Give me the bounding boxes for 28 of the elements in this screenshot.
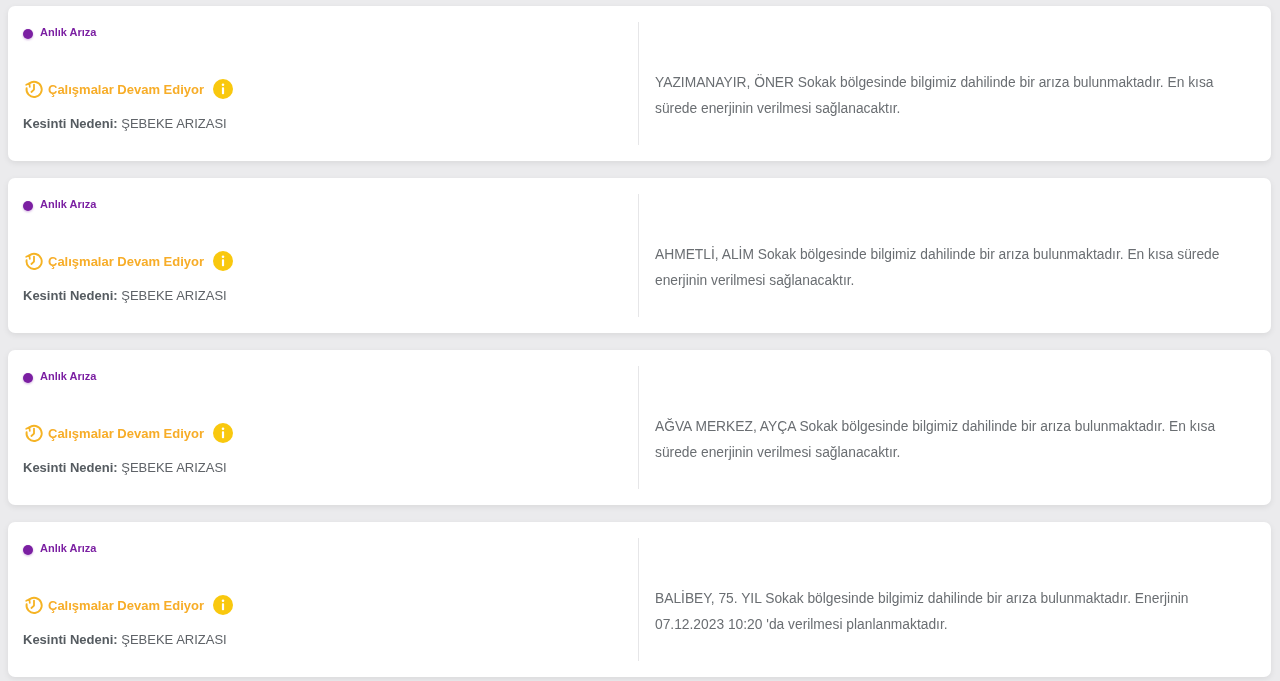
outage-type: Anlık Arıza bbox=[40, 370, 97, 382]
status-text: Çalışmalar Devam Ediyor bbox=[48, 597, 205, 613]
info-icon[interactable] bbox=[213, 79, 234, 99]
status-text: Çalışmalar Devam Ediyor bbox=[48, 253, 205, 269]
outage-type: Anlık Arıza bbox=[40, 198, 97, 210]
status-dot-icon bbox=[23, 372, 33, 383]
outage-description: AHMETLİ, ALİM Sokak bölgesinde bilgimiz dahilinde bir arıza bulunmaktadır. En kısa sürede enerjinin verilmesi sağlanacaktır. bbox=[655, 245, 1221, 290]
outage-reason: Kesinti Nedeni: ŞEBEKE ARIZASI bbox=[23, 459, 227, 477]
outage-description: YAZIMANAYIR, ÖNER Sokak bölgesinde bilgimiz dahilinde bir arıza bulunmaktadır. En kısa sürede enerjinin verilmesi sağlanacaktır. bbox=[655, 73, 1215, 118]
outage-reason: Kesinti Nedeni: ŞEBEKE ARIZASI bbox=[23, 287, 227, 305]
outage-type: Anlık Arıza bbox=[40, 542, 97, 554]
outage-reason: Kesinti Nedeni: ŞEBEKE ARIZASI bbox=[23, 115, 227, 133]
clock-icon bbox=[24, 595, 44, 615]
info-icon[interactable] bbox=[213, 595, 234, 615]
info-icon[interactable] bbox=[213, 251, 234, 271]
outage-reason: Kesinti Nedeni: ŞEBEKE ARIZASI bbox=[23, 631, 227, 649]
clock-icon bbox=[24, 251, 44, 271]
status-text: Çalışmalar Devam Ediyor bbox=[48, 425, 205, 441]
outage-description: BALİBEY, 75. YIL Sokak bölgesinde bilgimiz dahilinde bir arıza bulunmaktadır. Enerjinin 07.12.2023 10:20 'da verilmesi planlanmaktadır. bbox=[655, 589, 1190, 634]
info-icon[interactable] bbox=[213, 423, 234, 443]
outage-type: Anlık Arıza bbox=[40, 26, 97, 38]
status-text: Çalışmalar Devam Ediyor bbox=[48, 81, 205, 97]
status-dot-icon bbox=[23, 544, 33, 555]
status-dot-icon bbox=[23, 200, 33, 211]
status-dot-icon bbox=[23, 28, 33, 39]
outage-description: AĞVA MERKEZ, AYÇA Sokak bölgesinde bilgimiz dahilinde bir arıza bulunmaktadır. En kısa sürede enerjinin verilmesi sağlanacaktır. bbox=[655, 417, 1217, 462]
clock-icon bbox=[24, 79, 44, 99]
clock-icon bbox=[24, 423, 44, 443]
